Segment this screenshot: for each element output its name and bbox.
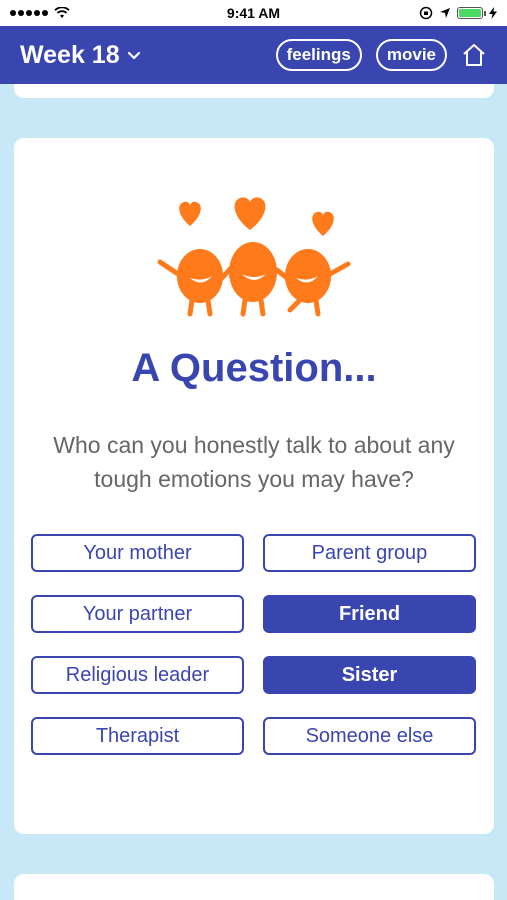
- wifi-icon: [54, 7, 70, 18]
- question-card: A Question... Who can you honestly talk …: [14, 138, 494, 834]
- signal-dots-icon: [10, 10, 48, 16]
- location-arrow-icon: [440, 8, 450, 18]
- home-icon[interactable]: [461, 42, 487, 68]
- battery-icon: [457, 7, 486, 19]
- option-your-mother[interactable]: Your mother: [31, 534, 244, 572]
- option-therapist[interactable]: Therapist: [31, 717, 244, 755]
- movie-button[interactable]: movie: [375, 39, 447, 71]
- card-heading: A Question...: [131, 346, 377, 390]
- nav-actions: feelings movie: [275, 39, 487, 71]
- option-friend[interactable]: Friend: [263, 595, 476, 633]
- heart-icon: [234, 197, 266, 230]
- option-someone-else[interactable]: Someone else: [263, 717, 476, 755]
- next-card: [14, 874, 494, 900]
- status-bar: 9:41 AM: [0, 0, 507, 26]
- option-parent-group[interactable]: Parent group: [263, 534, 476, 572]
- heart-icon: [312, 211, 334, 236]
- option-your-partner[interactable]: Your partner: [31, 595, 244, 633]
- lock-rotation-icon: [419, 6, 433, 20]
- heart-icon: [179, 201, 201, 226]
- option-religious-leader[interactable]: Religious leader: [31, 656, 244, 694]
- week-selector[interactable]: Week 18: [20, 41, 140, 70]
- chevron-down-icon: [127, 51, 140, 60]
- question-text: Who can you honestly talk to about any t…: [53, 432, 455, 492]
- mascot-illustration: [157, 197, 351, 317]
- feelings-button[interactable]: feelings: [275, 39, 362, 71]
- battery-fill: [459, 9, 481, 17]
- status-left: [10, 7, 70, 19]
- week-title: Week 18: [20, 40, 120, 69]
- top-navigation-bar: Week 18 feelings movie: [0, 26, 507, 84]
- charging-bolt-icon: [489, 7, 497, 19]
- answer-options: Your mother Parent group Your partner Fr…: [31, 534, 477, 755]
- previous-card: [14, 84, 494, 98]
- option-sister[interactable]: Sister: [263, 656, 476, 694]
- status-right: [419, 6, 497, 20]
